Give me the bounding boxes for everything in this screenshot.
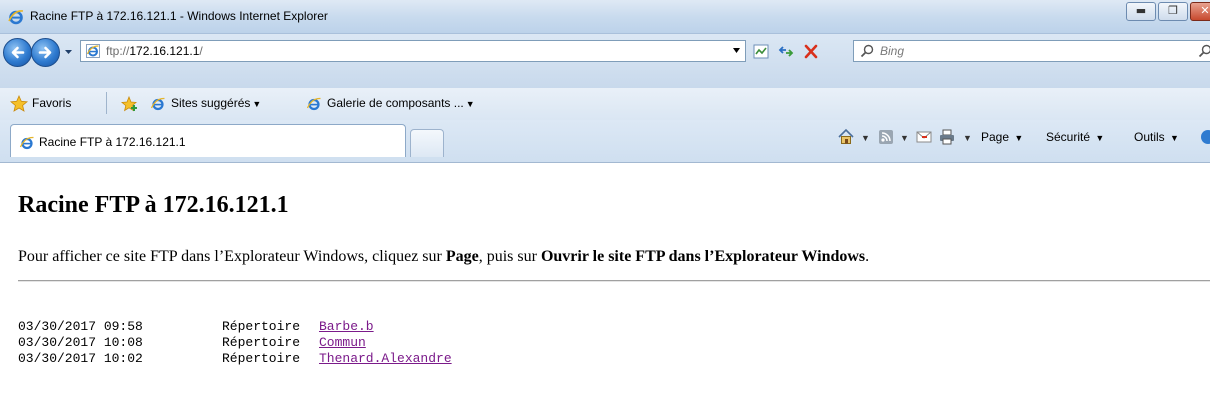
chevron-down-icon: ▼ [1170, 133, 1179, 143]
close-window-button[interactable]: ✕ [1190, 2, 1210, 21]
chevron-down-icon: ▼ [252, 99, 262, 109]
url-host: 172.16.121.1 [129, 44, 200, 58]
suggested-sites-label: Sites suggérés [171, 96, 251, 110]
page-menu-label: Page [981, 130, 1010, 144]
divider [18, 280, 1210, 282]
folder-link[interactable]: Barbe.b [319, 319, 374, 334]
tools-menu[interactable]: Outils ▼ [1134, 130, 1179, 144]
print-icon[interactable] [938, 128, 956, 146]
url-protocol: ftp:// [106, 44, 130, 58]
page-title: Racine FTP à 172.16.121.1 [18, 192, 289, 218]
url-path: / [199, 44, 203, 58]
back-arrow-icon [11, 46, 25, 59]
forward-button[interactable] [31, 38, 60, 67]
home-icon[interactable] [837, 128, 855, 146]
compatibility-view-icon[interactable] [750, 41, 772, 62]
close-icon: ✕ [1200, 4, 1210, 17]
ftp-directory-listing: 03/30/2017 09:58 Répertoire Barbe.b 03/30/… [18, 319, 452, 367]
refresh-icon[interactable] [775, 41, 797, 62]
favorites-divider [106, 92, 107, 114]
minimize-icon: ▬ [1135, 4, 1147, 17]
print-dropdown-icon[interactable]: ▼ [963, 133, 972, 143]
tab-bar: Racine FTP à 172.16.121.1 ▼ ▼ ▼ Page ▼ S… [0, 120, 1210, 163]
navigation-bar: ftp://172.16.121.1/ Bing [0, 34, 1210, 88]
rss-feed-icon[interactable] [877, 128, 895, 146]
web-slice-gallery-link[interactable]: Galerie de composants ... ▼ [327, 96, 475, 110]
suggested-sites-link[interactable]: Sites suggérés ▼ [171, 96, 261, 110]
entry-type: Répertoire [222, 335, 301, 350]
ie-page-icon [150, 97, 165, 111]
folder-link[interactable]: Commun [319, 335, 366, 350]
instruction-action-term: Ouvrir le site FTP dans l’Explorateur Wi… [540, 248, 866, 265]
page-menu[interactable]: Page ▼ [981, 130, 1023, 144]
instruction-text: Pour afficher ce site FTP dans l’Explora… [18, 248, 446, 265]
tab-label: Racine FTP à 172.16.121.1 [39, 135, 186, 149]
minimize-button[interactable]: ▬ [1126, 2, 1156, 21]
entry-type: Répertoire [222, 319, 301, 334]
tools-menu-label: Outils [1134, 130, 1165, 144]
list-item: 03/30/2017 10:02 Répertoire Thenard.Alexan… [18, 351, 452, 367]
search-placeholder: Bing [880, 44, 905, 58]
search-go-icon[interactable] [1198, 44, 1210, 58]
chevron-down-icon: ▼ [465, 99, 475, 109]
gallery-label: Galerie de composants ... [327, 96, 464, 110]
back-button[interactable] [3, 38, 32, 67]
address-dropdown-icon[interactable] [733, 48, 740, 54]
ie-page-icon [86, 44, 100, 58]
favorites-bar: Favoris Sites suggérés ▼ Galerie de compo… [0, 88, 1210, 120]
new-tab-button[interactable] [410, 129, 444, 157]
ie-page-icon [306, 97, 321, 111]
forward-arrow-icon [38, 46, 52, 59]
entry-datetime: 03/30/2017 10:02 [18, 351, 143, 366]
favorites-button[interactable]: Favoris [32, 96, 71, 110]
instruction-page-term: Page [445, 248, 479, 265]
security-menu-label: Sécurité [1046, 130, 1091, 144]
address-bar[interactable]: ftp://172.16.121.1/ [80, 40, 746, 62]
tab-active[interactable]: Racine FTP à 172.16.121.1 [10, 124, 406, 157]
chevron-down-icon: ▼ [1014, 133, 1024, 143]
feeds-dropdown-icon[interactable]: ▼ [900, 133, 909, 143]
security-menu[interactable]: Sécurité ▼ [1046, 130, 1104, 144]
ie-logo-icon [8, 10, 24, 25]
entry-datetime: 03/30/2017 09:58 [18, 319, 143, 334]
page-content: Racine FTP à 172.16.121.1 Pour afficher … [0, 163, 1210, 410]
title-bar: Racine FTP à 172.16.121.1 - Windows Inte… [0, 0, 1210, 34]
ie-logo-icon [19, 136, 34, 150]
read-mail-icon[interactable] [915, 128, 933, 146]
chevron-down-icon: ▼ [1095, 133, 1105, 143]
url-text: ftp://172.16.121.1/ [106, 44, 203, 58]
maximize-button[interactable]: ❐ [1158, 2, 1188, 21]
search-icon [860, 44, 874, 58]
entry-datetime: 03/30/2017 10:08 [18, 335, 143, 350]
folder-link[interactable]: Thenard.Alexandre [319, 351, 452, 366]
home-dropdown-icon[interactable]: ▼ [861, 133, 870, 143]
add-favorites-icon[interactable] [120, 95, 138, 113]
help-icon[interactable] [1199, 128, 1210, 146]
instruction-text-middle: , puis sur [478, 248, 541, 265]
recent-pages-dropdown-icon[interactable] [64, 47, 73, 56]
list-item: 03/30/2017 09:58 Répertoire Barbe.b [18, 319, 452, 335]
window-title: Racine FTP à 172.16.121.1 - Windows Inte… [30, 9, 328, 23]
instruction-text-end: . [865, 248, 870, 265]
favorites-star-icon[interactable] [10, 95, 28, 113]
search-box[interactable]: Bing [853, 40, 1210, 62]
maximize-icon: ❐ [1168, 4, 1178, 17]
list-item: 03/30/2017 10:08 Répertoire Commun [18, 335, 452, 351]
ftp-instruction: Pour afficher ce site FTP dans l’Explora… [18, 248, 869, 266]
entry-type: Répertoire [222, 351, 301, 366]
stop-icon[interactable] [800, 41, 822, 62]
